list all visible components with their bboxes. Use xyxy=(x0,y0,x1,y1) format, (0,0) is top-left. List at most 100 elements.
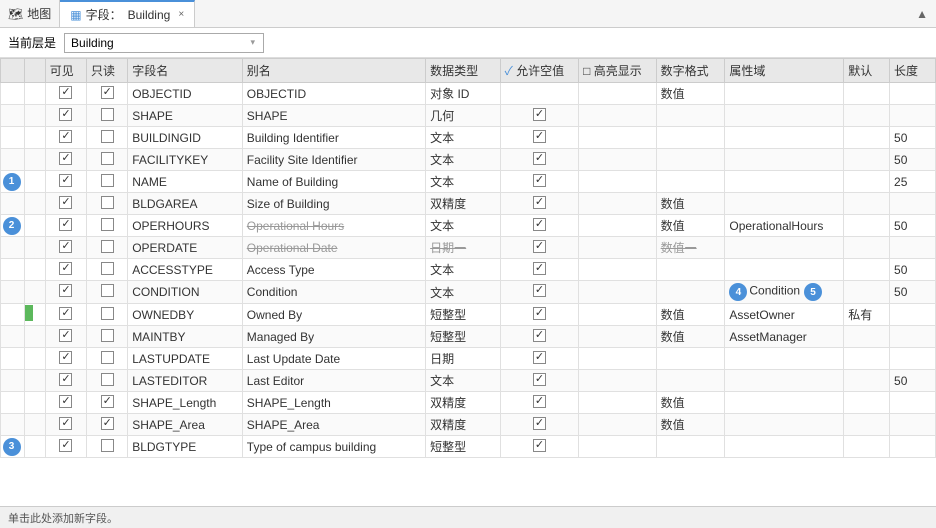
highlight-checkbox[interactable] xyxy=(579,259,656,281)
allow-null-checkbox[interactable] xyxy=(500,105,579,127)
visible-checkbox[interactable] xyxy=(45,259,86,281)
allow-null-checkbox[interactable] xyxy=(500,127,579,149)
table-row[interactable]: BLDGAREASize of Building双精度数值 xyxy=(1,193,936,215)
field-name: OWNEDBY xyxy=(128,304,243,326)
table-row[interactable]: SHAPESHAPE几何 xyxy=(1,105,936,127)
readonly-checkbox[interactable] xyxy=(86,370,127,392)
highlight-checkbox[interactable] xyxy=(579,326,656,348)
highlight-checkbox[interactable] xyxy=(579,392,656,414)
visible-checkbox[interactable] xyxy=(45,414,86,436)
tab-fields[interactable]: ▦ 字段： Building × xyxy=(60,0,195,27)
table-row[interactable]: OBJECTIDOBJECTID对象 ID数值 xyxy=(1,83,936,105)
readonly-checkbox[interactable] xyxy=(86,149,127,171)
visible-checkbox[interactable] xyxy=(45,215,86,237)
allow-null-checkbox[interactable] xyxy=(500,171,579,193)
highlight-checkbox[interactable] xyxy=(579,436,656,458)
visible-checkbox[interactable] xyxy=(45,237,86,259)
table-row[interactable]: 3BLDGTYPEType of campus building短整型 xyxy=(1,436,936,458)
table-row[interactable]: ACCESSTYPEAccess Type文本50 xyxy=(1,259,936,281)
highlight-checkbox[interactable] xyxy=(579,149,656,171)
layer-select[interactable]: Building ▾ xyxy=(64,33,264,53)
visible-checkbox[interactable] xyxy=(45,326,86,348)
field-alias: Building Identifier xyxy=(242,127,425,149)
visible-checkbox[interactable] xyxy=(45,304,86,326)
visible-checkbox[interactable] xyxy=(45,436,86,458)
readonly-checkbox[interactable] xyxy=(86,259,127,281)
field-length xyxy=(890,237,936,259)
row-badge xyxy=(1,304,25,326)
visible-checkbox[interactable] xyxy=(45,127,86,149)
table-row[interactable]: MAINTBYManaged By短整型数值AssetManager xyxy=(1,326,936,348)
table-row[interactable]: SHAPE_LengthSHAPE_Length双精度数值 xyxy=(1,392,936,414)
visible-checkbox[interactable] xyxy=(45,370,86,392)
readonly-checkbox[interactable] xyxy=(86,326,127,348)
table-row[interactable]: OPERDATEOperational Date日期一数值一 xyxy=(1,237,936,259)
highlight-checkbox[interactable] xyxy=(579,237,656,259)
allow-null-checkbox[interactable] xyxy=(500,83,579,105)
readonly-checkbox[interactable] xyxy=(86,348,127,370)
readonly-checkbox[interactable] xyxy=(86,193,127,215)
allow-null-checkbox[interactable] xyxy=(500,370,579,392)
table-row[interactable]: SHAPE_AreaSHAPE_Area双精度数值 xyxy=(1,414,936,436)
visible-checkbox[interactable] xyxy=(45,83,86,105)
table-row[interactable]: 1NAMEName of Building文本25 xyxy=(1,171,936,193)
readonly-checkbox[interactable] xyxy=(86,127,127,149)
table-row[interactable]: FACILITYKEYFacility Site Identifier文本50 xyxy=(1,149,936,171)
readonly-checkbox[interactable] xyxy=(86,304,127,326)
allow-null-checkbox[interactable] xyxy=(500,392,579,414)
tab-map[interactable]: 🗺 地图 xyxy=(0,0,60,27)
highlight-checkbox[interactable] xyxy=(579,281,656,304)
table-row[interactable]: CONDITIONCondition文本4Condition550 xyxy=(1,281,936,304)
readonly-checkbox[interactable] xyxy=(86,237,127,259)
row-badge xyxy=(1,281,25,304)
highlight-checkbox[interactable] xyxy=(579,193,656,215)
highlight-checkbox[interactable] xyxy=(579,171,656,193)
readonly-checkbox[interactable] xyxy=(86,215,127,237)
table-row[interactable]: LASTUPDATELast Update Date日期 xyxy=(1,348,936,370)
close-tab-button[interactable]: × xyxy=(178,9,184,20)
highlight-checkbox[interactable] xyxy=(579,83,656,105)
table-row[interactable]: 2OPERHOURSOperational Hours文本数值Operation… xyxy=(1,215,936,237)
highlight-checkbox[interactable] xyxy=(579,215,656,237)
highlight-checkbox[interactable] xyxy=(579,370,656,392)
visible-checkbox[interactable] xyxy=(45,348,86,370)
readonly-checkbox[interactable] xyxy=(86,83,127,105)
layer-row: 当前层是 Building ▾ xyxy=(0,28,936,58)
allow-null-checkbox[interactable] xyxy=(500,326,579,348)
row-indicator xyxy=(25,414,46,436)
fields-icon: ▦ xyxy=(70,8,81,22)
allow-null-checkbox[interactable] xyxy=(500,215,579,237)
allow-null-checkbox[interactable] xyxy=(500,348,579,370)
highlight-checkbox[interactable] xyxy=(579,304,656,326)
allow-null-checkbox[interactable] xyxy=(500,149,579,171)
visible-checkbox[interactable] xyxy=(45,281,86,304)
visible-checkbox[interactable] xyxy=(45,171,86,193)
readonly-checkbox[interactable] xyxy=(86,392,127,414)
readonly-checkbox[interactable] xyxy=(86,171,127,193)
visible-checkbox[interactable] xyxy=(45,392,86,414)
col-header-arrow xyxy=(1,59,25,83)
visible-checkbox[interactable] xyxy=(45,193,86,215)
table-row[interactable]: OWNEDBYOwned By短整型数值AssetOwner私有 xyxy=(1,304,936,326)
highlight-checkbox[interactable] xyxy=(579,414,656,436)
readonly-checkbox[interactable] xyxy=(86,281,127,304)
allow-null-checkbox[interactable] xyxy=(500,237,579,259)
visible-checkbox[interactable] xyxy=(45,149,86,171)
visible-checkbox[interactable] xyxy=(45,105,86,127)
allow-null-checkbox[interactable] xyxy=(500,436,579,458)
allow-null-checkbox[interactable] xyxy=(500,304,579,326)
highlight-checkbox[interactable] xyxy=(579,127,656,149)
readonly-checkbox[interactable] xyxy=(86,414,127,436)
highlight-checkbox[interactable] xyxy=(579,348,656,370)
table-row[interactable]: BUILDINGIDBuilding Identifier文本50 xyxy=(1,127,936,149)
allow-null-checkbox[interactable] xyxy=(500,193,579,215)
allow-null-checkbox[interactable] xyxy=(500,281,579,304)
field-datatype: 日期一 xyxy=(426,237,500,259)
table-row[interactable]: LASTEDITORLast Editor文本50 xyxy=(1,370,936,392)
readonly-checkbox[interactable] xyxy=(86,105,127,127)
readonly-checkbox[interactable] xyxy=(86,436,127,458)
field-default: 私有 xyxy=(844,304,890,326)
allow-null-checkbox[interactable] xyxy=(500,259,579,281)
highlight-checkbox[interactable] xyxy=(579,105,656,127)
allow-null-checkbox[interactable] xyxy=(500,414,579,436)
